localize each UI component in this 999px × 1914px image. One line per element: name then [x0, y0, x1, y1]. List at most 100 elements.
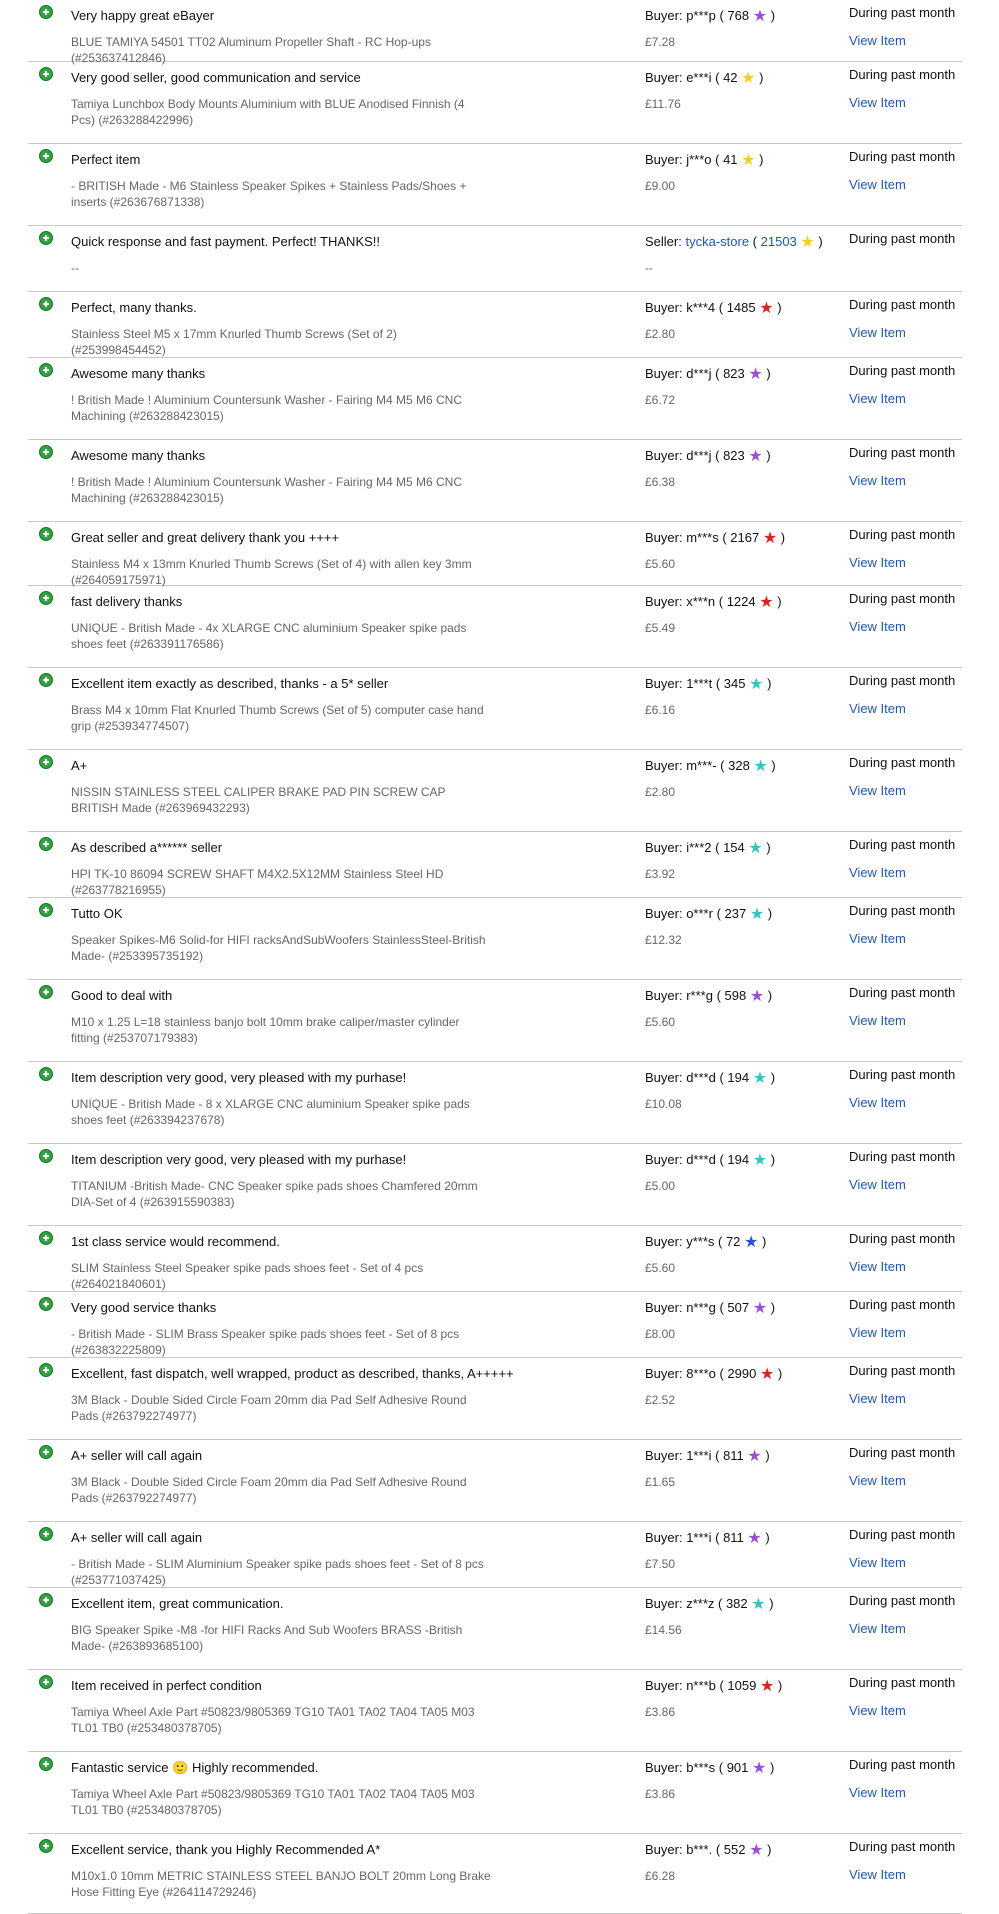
- user-role: Buyer:: [645, 448, 683, 463]
- feedback-row: Item description very good, very pleased…: [28, 1144, 962, 1226]
- item-title: - BRITISH Made - M6 Stainless Speaker Sp…: [71, 179, 467, 209]
- turquoise-star-icon: ★: [752, 1070, 768, 1087]
- feedback-comment: A+ seller will call again: [71, 1448, 203, 1463]
- view-item-link[interactable]: View Item: [849, 1703, 906, 1718]
- feedback-score[interactable]: 21503: [761, 234, 797, 249]
- feedback-comment: Great seller and great delivery thank yo…: [71, 530, 340, 545]
- feedback-comment: Awesome many thanks: [71, 448, 206, 463]
- item-price: £6.28: [645, 1869, 676, 1883]
- feedback-comment: Excellent item exactly as described, tha…: [71, 676, 389, 691]
- feedback-period: During past month: [849, 445, 956, 460]
- feedback-period: During past month: [849, 1231, 956, 1246]
- item-price: £3.86: [645, 1705, 676, 1719]
- shooting-star-icon: ★: [800, 234, 815, 251]
- user-name[interactable]: tycka-store: [685, 234, 749, 249]
- feedback-comment: As described a****** seller: [71, 840, 223, 855]
- view-item-link[interactable]: View Item: [849, 1621, 906, 1636]
- user-info: Buyer: j***o ( 41 ★ ): [645, 152, 764, 169]
- view-item-link[interactable]: View Item: [849, 1259, 906, 1274]
- user-info: Buyer: o***r ( 237 ★ ): [645, 906, 773, 923]
- view-item-link[interactable]: View Item: [849, 783, 906, 798]
- user-role: Buyer:: [645, 676, 683, 691]
- feedback-comment: Fantastic service 🙂 Highly recommended.: [71, 1760, 319, 1775]
- feedback-period: During past month: [849, 755, 956, 770]
- view-item-link[interactable]: View Item: [849, 931, 906, 946]
- yellow-star-icon: ★: [741, 152, 756, 169]
- view-item-link[interactable]: View Item: [849, 391, 906, 406]
- user-role: Buyer:: [645, 1366, 683, 1381]
- view-item-link[interactable]: View Item: [849, 177, 906, 192]
- positive-feedback-icon: [39, 985, 53, 999]
- item-price: £8.00: [645, 1327, 676, 1341]
- view-item-link[interactable]: View Item: [849, 1177, 906, 1192]
- view-item-link[interactable]: View Item: [849, 1473, 906, 1488]
- positive-feedback-icon: [39, 297, 53, 311]
- feedback-period: During past month: [849, 67, 956, 82]
- feedback-period: During past month: [849, 363, 956, 378]
- item-price: £5.00: [645, 1179, 676, 1193]
- view-item-link[interactable]: View Item: [849, 1391, 906, 1406]
- view-item-link[interactable]: View Item: [849, 1867, 906, 1882]
- view-item-link[interactable]: View Item: [849, 325, 906, 340]
- item-title: --: [71, 261, 79, 275]
- user-info: Buyer: e***i ( 42 ★ ): [645, 70, 764, 87]
- view-item-link[interactable]: View Item: [849, 33, 906, 48]
- view-item-link[interactable]: View Item: [849, 1095, 906, 1110]
- user-info: Buyer: p***p ( 768 ★ ): [645, 8, 776, 25]
- user-role: Buyer:: [645, 300, 683, 315]
- feedback-row: Perfect item - BRITISH Made - M6 Stainles…: [28, 144, 962, 226]
- user-name: e***i: [686, 70, 712, 85]
- feedback-comment: Good to deal with: [71, 988, 173, 1003]
- feedback-comment: Excellent, fast dispatch, well wrapped, …: [71, 1366, 514, 1381]
- feedback-score: 42: [723, 70, 738, 85]
- item-price: £6.72: [645, 393, 676, 407]
- view-item-link[interactable]: View Item: [849, 555, 906, 570]
- view-item-link[interactable]: View Item: [849, 1785, 906, 1800]
- user-name: n***g: [686, 1300, 716, 1315]
- item-title: Stainless M4 x 13mm Knurled Thumb Screws…: [71, 557, 472, 587]
- feedback-score: 598: [724, 988, 747, 1003]
- user-name: p***p: [686, 8, 716, 23]
- purple-star-icon: ★: [752, 8, 768, 25]
- user-info: Buyer: d***j ( 823 ★ ): [645, 448, 771, 465]
- user-role: Seller:: [645, 234, 682, 249]
- view-item-link[interactable]: View Item: [849, 1013, 906, 1028]
- feedback-score: 154: [723, 840, 745, 855]
- purple-star-icon: ★: [752, 1760, 767, 1777]
- user-info: Buyer: m***s ( 2167 ★ ): [645, 530, 786, 547]
- feedback-row: A+ seller will call again 3M Black - Doub…: [28, 1440, 962, 1522]
- purple-star-icon: ★: [747, 1530, 762, 1547]
- feedback-period: During past month: [849, 1839, 956, 1854]
- user-role: Buyer:: [645, 8, 683, 23]
- feedback-row: Awesome many thanks ! British Made ! Alum…: [28, 358, 962, 440]
- feedback-row: Fantastic service 🙂 Highly recommended. T…: [28, 1752, 962, 1834]
- red-star-icon: ★: [759, 1366, 775, 1383]
- user-role: Buyer:: [645, 1448, 683, 1463]
- view-item-link[interactable]: View Item: [849, 701, 906, 716]
- feedback-score: 552: [723, 1842, 746, 1857]
- feedback-row: Great seller and great delivery thank yo…: [28, 522, 962, 587]
- item-price: £14.56: [645, 1623, 682, 1637]
- view-item-link[interactable]: View Item: [849, 1555, 906, 1570]
- view-item-link[interactable]: View Item: [849, 1325, 906, 1340]
- item-price: £11.76: [645, 97, 681, 111]
- feedback-period: During past month: [849, 1363, 956, 1378]
- item-title: BIG Speaker Spike -M8 -for HIFI Racks An…: [71, 1623, 463, 1653]
- view-item-link[interactable]: View Item: [849, 95, 906, 110]
- positive-feedback-icon: [39, 903, 53, 917]
- feedback-score: 382: [725, 1596, 748, 1611]
- feedback-row: Perfect, many thanks. Stainless Steel M5 …: [28, 292, 962, 358]
- user-info: Buyer: 1***t ( 345 ★ ): [645, 676, 772, 693]
- view-item-link[interactable]: View Item: [849, 619, 906, 634]
- view-item-link[interactable]: View Item: [849, 473, 906, 488]
- user-info: Buyer: i***2 ( 154 ★ ): [645, 840, 771, 857]
- user-name: n***b: [686, 1678, 716, 1693]
- view-item-link[interactable]: View Item: [849, 865, 906, 880]
- feedback-comment: Tutto OK: [71, 906, 123, 921]
- user-info: Buyer: y***s ( 72 ★ ): [645, 1234, 767, 1251]
- user-info: Seller: tycka-store ( 21503 ★ ): [645, 234, 823, 251]
- feedback-score: 194: [727, 1152, 750, 1167]
- feedback-row: As described a****** seller HPI TK-10 860…: [28, 832, 962, 898]
- feedback-comment: Very good seller, good communication and…: [71, 70, 361, 85]
- positive-feedback-icon: [39, 591, 53, 605]
